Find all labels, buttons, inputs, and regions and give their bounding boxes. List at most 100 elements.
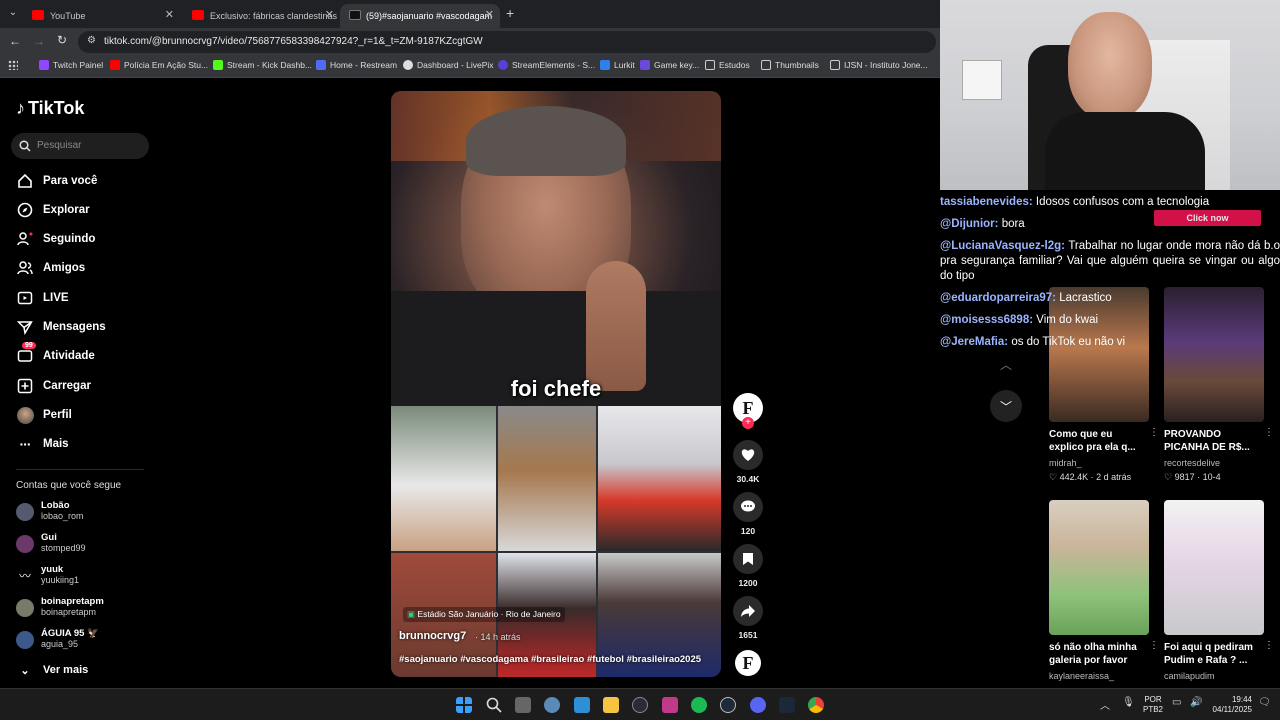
bookmark-livepix[interactable]: Dashboard - LivePix — [403, 60, 494, 70]
following-account[interactable]: Gui stomped99 — [16, 532, 86, 553]
discord-icon[interactable] — [750, 697, 766, 713]
new-tab-button[interactable]: + — [506, 5, 514, 21]
share-count: 1651 — [738, 630, 758, 640]
video-author[interactable]: brunnocrvg7 — [399, 630, 466, 642]
creator-avatar[interactable]: F + — [733, 393, 763, 429]
following-account[interactable]: ÁGUIA 95 🦅 aguia_95 — [16, 628, 99, 649]
following-icon — [16, 230, 34, 248]
nav-amigos[interactable]: Amigos — [16, 258, 85, 278]
more-options-icon[interactable]: ⋮ — [1264, 640, 1274, 651]
close-icon[interactable]: ✕ — [165, 8, 174, 21]
search-icon — [19, 140, 31, 152]
like-count: 30.4K — [736, 474, 760, 484]
comment-button[interactable]: 120 — [733, 492, 763, 536]
tiktok-logo[interactable]: ♪ TikTok — [16, 98, 84, 119]
tab-list-chevron-icon[interactable]: ⌄ — [6, 7, 20, 21]
chrome-icon[interactable] — [808, 697, 824, 713]
nav-live[interactable]: LIVE — [16, 288, 69, 308]
spotify-icon[interactable] — [691, 697, 707, 713]
save-count: 1200 — [738, 578, 758, 588]
notifications-icon[interactable]: 🗨 — [1258, 697, 1271, 708]
apps-grid-icon[interactable] — [8, 60, 18, 70]
avatar — [16, 535, 34, 553]
following-account[interactable]: 〰 yuuk yuukiing1 — [16, 564, 79, 585]
following-account[interactable]: boinapretapm boinapretapm — [16, 596, 104, 617]
more-options-icon[interactable]: ⋮ — [1149, 640, 1159, 651]
bookmark-folder-thumbnails[interactable]: Thumbnails — [761, 60, 819, 70]
nav-mensagens[interactable]: Mensagens — [16, 317, 106, 337]
search-input[interactable]: Pesquisar — [11, 133, 149, 159]
tiktok-note-icon: ♪ — [16, 98, 25, 118]
next-video-button[interactable]: ﹀ — [990, 390, 1022, 422]
bookmark-streamelements[interactable]: StreamElements - S... — [498, 60, 595, 70]
follow-plus-icon[interactable]: + — [742, 417, 754, 429]
obs-icon[interactable] — [632, 697, 648, 713]
nav-mais[interactable]: ··· Mais — [16, 434, 69, 454]
share-button[interactable]: 1651 — [733, 596, 763, 640]
video-thumbnail — [1049, 500, 1149, 635]
search-icon[interactable] — [486, 697, 502, 713]
video-player[interactable]: foi chefe ▣ Estádio São Januário · Rio d… — [391, 91, 721, 677]
settings-icon[interactable] — [544, 697, 560, 713]
reload-icon[interactable]: ↻ — [57, 33, 67, 47]
network-icon[interactable]: ▭ — [1172, 697, 1181, 708]
location-pin-icon: ▣ — [407, 609, 418, 619]
close-icon[interactable]: ✕ — [325, 8, 334, 21]
video-location[interactable]: ▣ Estádio São Januário · Rio de Janeiro — [403, 607, 565, 622]
windows-start-icon[interactable] — [456, 697, 472, 713]
site-info-icon[interactable]: ⚙ — [87, 35, 96, 46]
more-options-icon[interactable]: ⋮ — [1149, 427, 1159, 438]
tiktok-icon — [349, 10, 361, 20]
tab-exclusivo[interactable]: Exclusivo: fábricas clandestinas ✕ — [180, 4, 340, 28]
video-hashtags[interactable]: #saojanuario #vascodagama #brasileirao #… — [399, 654, 701, 665]
bookmark-folder-ijsn[interactable]: IJSN - Instituto Jone... — [830, 60, 928, 70]
bookmark-folder-estudos[interactable]: Estudos — [705, 60, 750, 70]
steam-alt-icon[interactable] — [720, 697, 736, 713]
click-now-button[interactable]: Click now — [1154, 210, 1261, 226]
see-more-button[interactable]: ⌄ Ver mais — [16, 660, 88, 680]
bookmark-twitch[interactable]: Twitch Painel — [39, 60, 103, 70]
profile-avatar — [16, 406, 34, 424]
following-account[interactable]: Lobão lobao_rom — [16, 500, 84, 521]
bookmark-kick[interactable]: Stream - Kick Dashb... — [213, 60, 312, 70]
tab-youtube[interactable]: YouTube ✕ — [20, 4, 180, 28]
language-indicator[interactable]: POR PTB2 — [1143, 695, 1163, 715]
nav-atividade[interactable]: 99 Atividade — [16, 342, 95, 366]
like-button[interactable]: 30.4K — [733, 440, 763, 484]
chat-message: @JereMafia: os do TikTok eu não vi — [940, 336, 1126, 348]
steam-icon[interactable] — [779, 697, 795, 713]
nav-perfil[interactable]: Perfil — [16, 405, 72, 425]
recommended-video[interactable]: Foi aqui q pediram Pudim e Rafa ? ... ca… — [1164, 500, 1274, 681]
tab-tiktok[interactable]: (59)#saojanuario #vascodagam ✕ — [340, 4, 500, 28]
nav-para-voce[interactable]: Para você — [16, 171, 97, 191]
avatar — [16, 631, 34, 649]
bookmark-policia[interactable]: Polícia Em Ação Stu... — [110, 60, 208, 70]
microphone-icon[interactable]: 🎙 — [1122, 697, 1135, 708]
tab-label: YouTube — [50, 11, 86, 21]
volume-icon[interactable]: 🔊 — [1190, 697, 1202, 708]
url-field[interactable]: ⚙ tiktok.com/@brunnocrvg7/video/75687765… — [78, 31, 936, 53]
sound-disc[interactable]: F — [733, 650, 763, 676]
messages-icon — [16, 318, 34, 336]
bookmark-lurkit[interactable]: Lurkit — [600, 60, 635, 70]
clock[interactable]: 19:44 04/11/2025 — [1208, 695, 1252, 715]
collage-photo — [498, 406, 596, 551]
nav-seguindo[interactable]: Seguindo — [16, 229, 95, 249]
bookmark-gamekey[interactable]: Game key... — [640, 60, 699, 70]
more-options-icon[interactable]: ⋮ — [1264, 427, 1274, 438]
bookmark-restream[interactable]: Home - Restream — [316, 60, 397, 70]
photos-icon[interactable] — [574, 697, 590, 713]
task-view-icon[interactable] — [515, 697, 531, 713]
close-icon[interactable]: ✕ — [485, 8, 494, 21]
tray-chevron-up-icon[interactable]: ︿ — [1100, 697, 1110, 712]
nav-explorar[interactable]: Explorar — [16, 200, 90, 220]
streamer-head — [1068, 12, 1152, 120]
back-icon[interactable]: ← — [9, 34, 21, 48]
app-icon[interactable] — [662, 697, 678, 713]
file-explorer-icon[interactable] — [603, 697, 619, 713]
save-button[interactable]: 1200 — [733, 544, 763, 588]
recommended-video[interactable]: só não olha minha galeria por favor kayl… — [1049, 500, 1159, 681]
nav-carregar[interactable]: Carregar — [16, 376, 91, 396]
comment-icon — [733, 492, 763, 522]
forward-icon[interactable]: → — [33, 34, 45, 48]
